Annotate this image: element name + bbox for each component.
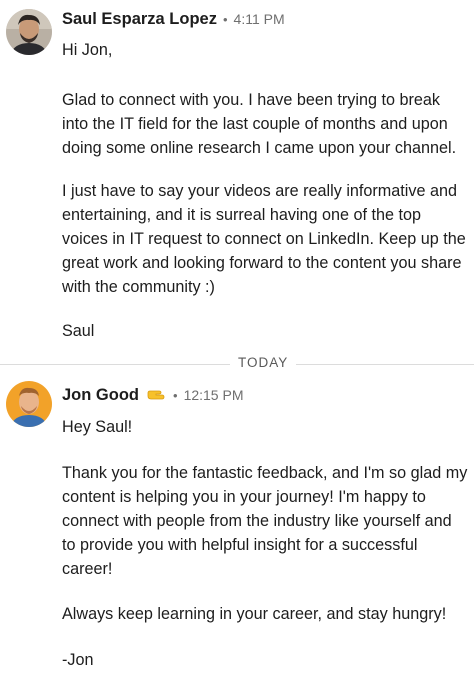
message-thread: Saul Esparza Lopez • 4:11 PM Hi Jon, Gla… <box>0 0 474 674</box>
message-line: with the community :) <box>62 278 215 296</box>
message-line: connect with people from the industry li… <box>62 512 452 530</box>
message-line: content is helping you in your journey! … <box>62 488 426 506</box>
message-line: voices in IT request to connect on Linke… <box>62 230 466 248</box>
message-line: -Jon <box>62 651 94 669</box>
separator-dot: • <box>222 11 228 27</box>
message-line: doing some online research I came upon y… <box>62 139 457 157</box>
sender-avatar-saul[interactable] <box>6 9 52 55</box>
pointing-hand-icon <box>147 387 167 403</box>
message-header: Jon Good • 12:15 PM <box>62 385 244 405</box>
sender-avatar-jon[interactable] <box>6 381 52 427</box>
message-line: Hi Jon, <box>62 41 113 59</box>
avatar-photo-icon <box>6 9 52 55</box>
message-line: I just have to say your videos are reall… <box>62 182 457 200</box>
message-header: Saul Esparza Lopez • 4:11 PM <box>62 9 285 29</box>
message-line: Always keep learning in your career, and… <box>62 605 447 623</box>
message-line: Glad to connect with you. I have been tr… <box>62 91 440 109</box>
message-line: career! <box>62 560 113 578</box>
message-line: entertaining, and it is surreal having o… <box>62 206 422 224</box>
message-line: great work and looking forward to the co… <box>62 254 462 272</box>
message-line: Saul <box>62 322 95 340</box>
message-line: to provide you with helpful insight for … <box>62 536 418 554</box>
sender-name[interactable]: Saul Esparza Lopez <box>62 10 217 29</box>
message-line: Thank you for the fantastic feedback, an… <box>62 464 468 482</box>
avatar-photo-icon <box>6 381 52 427</box>
message-timestamp: 12:15 PM <box>183 387 244 403</box>
message-timestamp: 4:11 PM <box>233 11 285 27</box>
sender-name[interactable]: Jon Good <box>62 386 139 405</box>
separator-dot: • <box>173 387 178 403</box>
message-line: into the IT field for the last couple of… <box>62 115 448 133</box>
day-divider-label: TODAY <box>230 355 297 370</box>
message-line: Hey Saul! <box>62 418 133 436</box>
